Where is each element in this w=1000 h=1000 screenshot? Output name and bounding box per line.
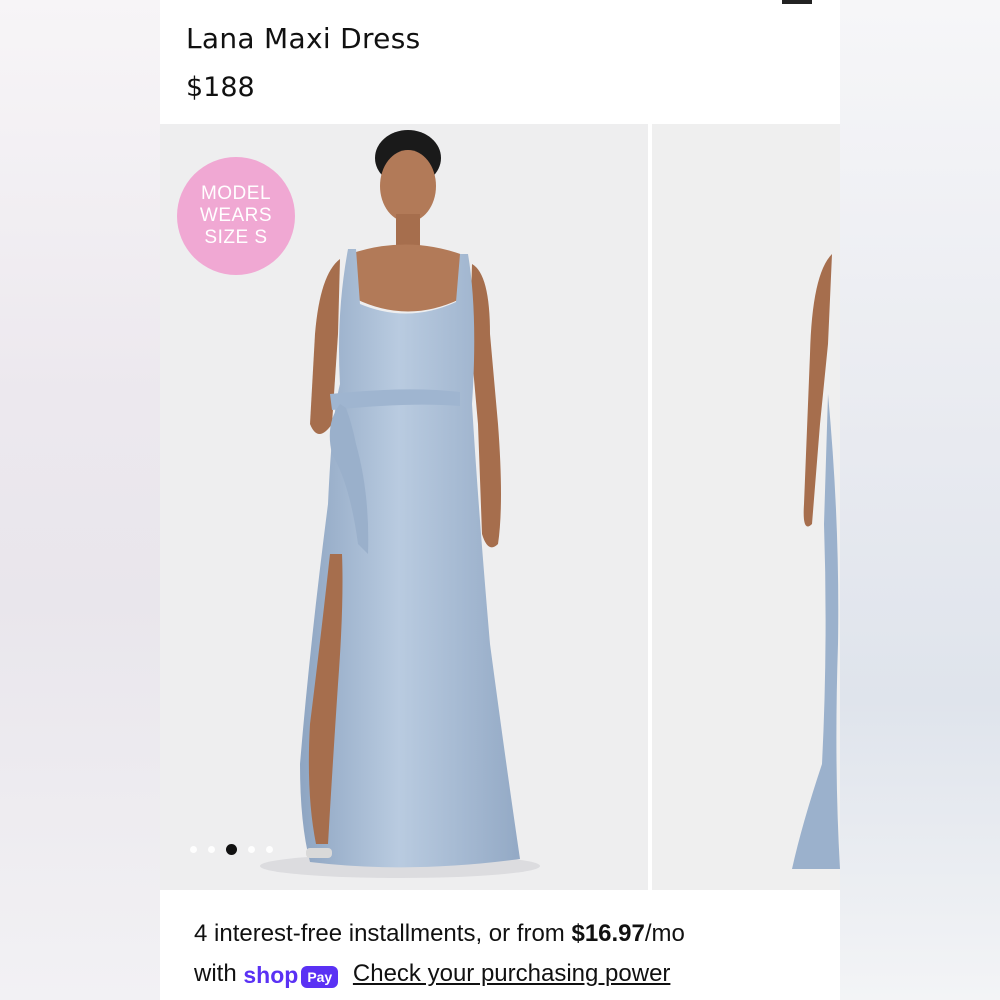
installments-amount: $16.97 bbox=[571, 920, 645, 947]
carousel-dot[interactable] bbox=[266, 846, 273, 853]
pay-pill: Pay bbox=[301, 965, 339, 988]
installments-suffix: /mo bbox=[644, 920, 685, 947]
product-price: $188 bbox=[186, 72, 255, 103]
model-photo-side bbox=[792, 254, 840, 869]
product-page: ▀▀▀▀ Lana Maxi Dress $188 bbox=[160, 0, 840, 1000]
carousel-dot-active[interactable] bbox=[226, 844, 237, 855]
installments-info: 4 interest-free installments, or from $1… bbox=[194, 914, 814, 995]
carousel-dot[interactable] bbox=[190, 846, 197, 853]
installments-prefix: 4 interest-free installments, or from bbox=[194, 920, 572, 947]
shop-logo-text: shop bbox=[243, 961, 299, 988]
badge-line-1: MODEL bbox=[200, 183, 272, 204]
top-bar: ▀▀▀▀ bbox=[160, 0, 840, 17]
background-left bbox=[0, 0, 160, 1000]
with-label: with bbox=[194, 960, 237, 987]
carousel-dot[interactable] bbox=[248, 846, 255, 853]
brand-logo[interactable]: ▀▀▀▀ bbox=[422, 0, 534, 17]
carousel-dot[interactable] bbox=[208, 846, 215, 853]
image-gallery[interactable]: MODEL WEARS SIZE S bbox=[160, 124, 840, 890]
product-image-next[interactable] bbox=[652, 124, 840, 890]
badge-line-2: WEARS bbox=[199, 205, 273, 226]
model-size-badge: MODEL WEARS SIZE S bbox=[177, 157, 295, 275]
carousel-dots[interactable] bbox=[190, 844, 273, 855]
product-title: Lana Maxi Dress bbox=[186, 22, 421, 55]
badge-line-3: SIZE S bbox=[204, 227, 268, 248]
background-right bbox=[840, 0, 1000, 1000]
shop-pay-logo: shop Pay bbox=[243, 955, 339, 995]
menu-icon[interactable] bbox=[782, 0, 812, 4]
product-image-main[interactable]: MODEL WEARS SIZE S bbox=[160, 124, 648, 890]
purchasing-power-link[interactable]: Check your purchasing power bbox=[353, 960, 671, 987]
